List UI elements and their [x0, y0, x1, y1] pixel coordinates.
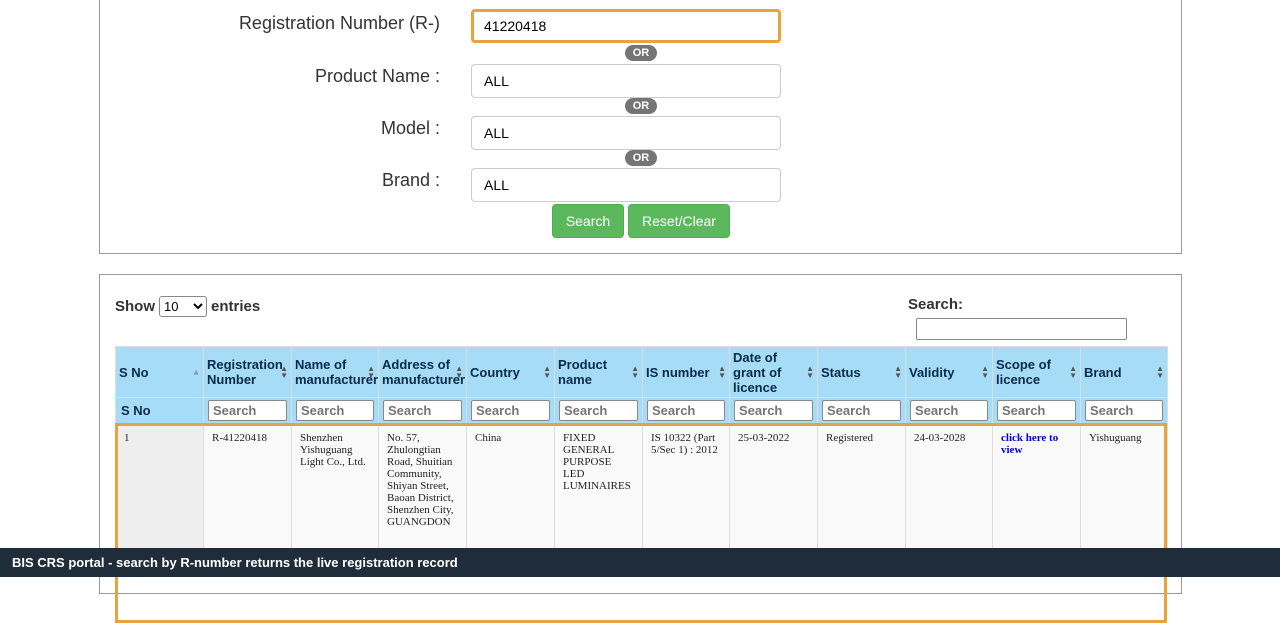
filter-brand-input[interactable] [1085, 400, 1163, 421]
sort-icon: ▲ ▼ [367, 364, 375, 380]
cell-address: No. 57, Zhulongtian Road, Shuitian Commu… [378, 423, 467, 564]
filter-sno-label: S No [115, 397, 204, 424]
brand-label: Brand : [381, 170, 440, 190]
filter-cell [1080, 397, 1168, 424]
column-header-country[interactable]: Country ▲ ▼ [466, 346, 555, 398]
model-input[interactable] [471, 116, 781, 150]
show-label: Show [115, 298, 155, 315]
filter-cell [992, 397, 1081, 424]
or-badge: OR [625, 45, 657, 61]
column-header-status[interactable]: Status ▲ ▼ [817, 346, 906, 398]
filter-grant-date-input[interactable] [734, 400, 813, 421]
filter-cell [554, 397, 643, 424]
registration-number-label: Registration Number (R-) [238, 13, 440, 33]
cell-scope: click here to view [992, 423, 1081, 564]
caption-bar: BIS CRS portal - search by R-number retu… [0, 548, 1280, 577]
column-header-label: Country [470, 364, 520, 380]
filter-cell [905, 397, 993, 424]
cell-manufacturer: Shenzhen Yishuguang Light Co., Ltd. [291, 423, 379, 564]
filter-country-input[interactable] [471, 400, 550, 421]
scope-of-licence-link[interactable]: click here to view [1001, 432, 1058, 456]
or-badge: OR [625, 150, 657, 166]
brand-input[interactable] [471, 168, 781, 202]
column-header-label: Date of grant of licence [733, 349, 782, 395]
filter-scope-input[interactable] [997, 400, 1076, 421]
column-header-product-name[interactable]: Product name ▲ ▼ [554, 346, 643, 398]
column-header-validity[interactable]: Validity ▲ ▼ [905, 346, 993, 398]
column-header-label: IS number [646, 364, 710, 380]
model-label: Model : [380, 118, 440, 138]
cell-validity: 24-03-2028 [905, 423, 993, 564]
column-header-brand[interactable]: Brand ▲ ▼ [1080, 346, 1168, 398]
cell-country: China [466, 423, 555, 564]
product-name-input[interactable] [471, 64, 781, 98]
column-header-label: Registration Number [207, 357, 283, 387]
filter-cell [817, 397, 906, 424]
search-form-panel: Registration Number (R-) OR Product Name… [99, 0, 1182, 254]
cell-sno: 1 [115, 423, 204, 564]
cell-is-number: IS 10322 (Part 5/Sec 1) : 2012 [642, 423, 730, 564]
header-row: S No ▲ Registration Number ▲ ▼ Name of manu… [115, 346, 1168, 398]
entries-per-page-select[interactable]: 10 [159, 296, 207, 317]
sort-icon: ▲ ▼ [543, 364, 551, 380]
column-header-sno[interactable]: S No ▲ [115, 346, 204, 398]
cell-product-name: FIXED GENERAL PURPOSE LED LUMINAIRES [554, 423, 643, 564]
cell-registration-number: R-41220418 [203, 423, 292, 564]
or-badge: OR [625, 98, 657, 114]
sort-icon: ▲ ▼ [455, 364, 463, 380]
column-header-label: Scope of licence [996, 357, 1051, 387]
column-header-label: Address of manufacturer [382, 357, 466, 387]
filter-cell [203, 397, 292, 424]
column-header-manufacturer[interactable]: Name of manufacturer ▲ ▼ [291, 346, 379, 398]
sort-icon: ▲ ▼ [718, 364, 726, 380]
table-search-label: Search: [908, 296, 964, 313]
table-search-input[interactable] [916, 318, 1127, 340]
filter-product-name-input[interactable] [559, 400, 638, 421]
entries-label: entries [211, 298, 261, 315]
show-entries-control: Show 10 entries [115, 296, 260, 317]
cell-status: Registered [817, 423, 906, 564]
filter-cell [729, 397, 818, 424]
sort-icon: ▲ ▼ [631, 364, 639, 380]
filter-validity-input[interactable] [910, 400, 988, 421]
filter-address-input[interactable] [383, 400, 462, 421]
column-header-label: Validity [909, 364, 955, 380]
column-filter-row: S No [115, 397, 1168, 424]
column-header-grant-date[interactable]: Date of grant of licence ▲ ▼ [729, 346, 818, 398]
sort-icon: ▲ ▼ [981, 364, 989, 380]
filter-registration-number-input[interactable] [208, 400, 287, 421]
filter-is-number-input[interactable] [647, 400, 725, 421]
registration-results-table: S No ▲ Registration Number ▲ ▼ Name of manu… [115, 346, 1168, 564]
filter-cell [466, 397, 555, 424]
cell-grant-date: 25-03-2022 [729, 423, 818, 564]
filter-status-input[interactable] [822, 400, 901, 421]
column-header-address[interactable]: Address of manufacturer ▲ ▼ [378, 346, 467, 398]
column-header-is-number[interactable]: IS number ▲ ▼ [642, 346, 730, 398]
results-panel: Show 10 entries Search: S No ▲ Registrati… [99, 274, 1182, 623]
sort-icon: ▲ ▼ [1069, 364, 1077, 380]
filter-cell [642, 397, 730, 424]
product-name-label: Product Name : [314, 66, 440, 86]
column-header-label: Status [821, 364, 861, 380]
column-header-label: Brand [1084, 364, 1122, 380]
filter-cell [291, 397, 379, 424]
column-header-label: Product name [558, 357, 608, 387]
table-row: 1 R-41220418 Shenzhen Yishuguang Light C… [115, 423, 1168, 564]
registration-number-input[interactable] [471, 9, 781, 43]
sort-ascending-icon: ▲ [192, 367, 200, 377]
filter-cell [378, 397, 467, 424]
sort-icon: ▲ ▼ [280, 364, 288, 380]
sort-icon: ▲ ▼ [894, 364, 902, 380]
cell-brand: Yishuguang [1080, 423, 1168, 564]
column-header-scope[interactable]: Scope of licence ▲ ▼ [992, 346, 1081, 398]
column-header-registration-number[interactable]: Registration Number ▲ ▼ [203, 346, 292, 398]
search-button[interactable]: Search [552, 204, 624, 238]
filter-manufacturer-input[interactable] [296, 400, 374, 421]
column-header-label: S No [119, 364, 149, 380]
sort-icon: ▲ ▼ [1156, 364, 1164, 380]
column-header-label: Name of manufacturer [295, 357, 379, 387]
reset-clear-button[interactable]: Reset/Clear [628, 204, 730, 238]
sort-icon: ▲ ▼ [806, 364, 814, 380]
